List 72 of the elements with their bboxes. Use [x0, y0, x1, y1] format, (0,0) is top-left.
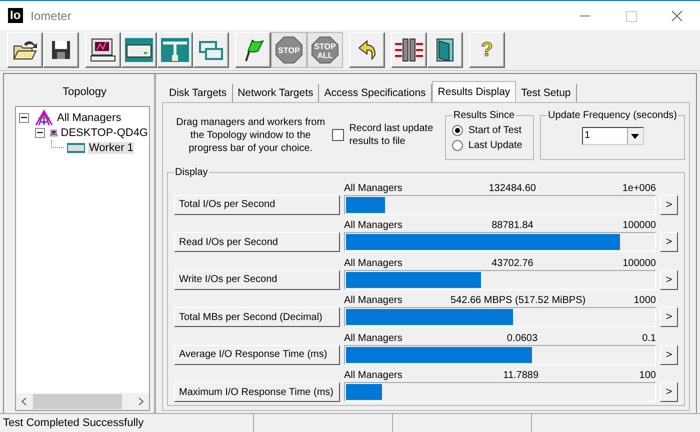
network-button[interactable]: [157, 32, 193, 68]
tree-item[interactable]: DESKTOP-QD4G: [60, 126, 149, 138]
frequency-dropdown[interactable]: 1: [582, 127, 644, 145]
checkbox-label: Record last update results to file: [349, 122, 434, 148]
disk-button[interactable]: [121, 32, 157, 68]
metric-value: 0.0603: [506, 332, 538, 345]
group-title: Display: [174, 167, 209, 178]
drive-icon: [124, 37, 154, 63]
drag-hint: Drag managers and workers from the Topology window to the progress bar of your choice.: [175, 116, 326, 154]
scale-max: 100: [639, 369, 656, 382]
radio-button[interactable]: [452, 140, 464, 151]
collapse-toggle[interactable]: [19, 112, 29, 122]
more-button[interactable]: >: [660, 194, 678, 215]
scale-max: 100000: [622, 219, 656, 232]
metric-value: 43702.76: [492, 256, 534, 270]
save-icon: [49, 38, 73, 62]
columns-icon: [394, 37, 424, 63]
metric-button[interactable]: Read I/Os per Second: [174, 232, 340, 252]
metric-button[interactable]: Maximum I/O Response Time (ms): [174, 382, 340, 402]
metric-button[interactable]: Total I/Os per Second: [174, 194, 340, 215]
copy-icon: [197, 38, 225, 62]
more-button[interactable]: >: [660, 382, 678, 402]
drive-icon: [66, 140, 86, 154]
metric-value: 11.7889: [503, 369, 539, 382]
metric-button[interactable]: Total MBs per Second (Decimal): [174, 307, 340, 328]
copy-button[interactable]: [193, 32, 229, 68]
checkbox[interactable]: [332, 129, 344, 141]
exit-button[interactable]: [427, 32, 463, 68]
managers-icon: [34, 110, 54, 126]
metric-value: 132484.60: [488, 182, 536, 195]
more-button[interactable]: >: [660, 307, 678, 328]
source-label: All Managers: [344, 332, 402, 345]
dropdown-icon: [631, 134, 640, 138]
reset-button[interactable]: [349, 32, 385, 68]
radio-label: Last Update: [468, 140, 522, 151]
more-button[interactable]: >: [660, 232, 678, 252]
more-button[interactable]: >: [660, 270, 678, 290]
split-button[interactable]: [391, 32, 427, 68]
more-button[interactable]: >: [660, 344, 678, 365]
radio-label: Start of Test: [468, 125, 522, 136]
scale-max: 1e+006: [622, 182, 656, 195]
save-button[interactable]: [43, 32, 79, 68]
source-label: All Managers: [344, 219, 402, 232]
network-icon: [160, 37, 190, 63]
source-label: All Managers: [344, 369, 402, 382]
tab[interactable]: Results Display: [432, 81, 516, 102]
display-button[interactable]: [85, 32, 121, 68]
horizontal-scrollbar[interactable]: [16, 393, 149, 410]
scale-max: 0.1: [642, 332, 656, 345]
collapse-toggle[interactable]: [35, 128, 45, 138]
tree-item[interactable]: All Managers: [56, 112, 122, 124]
source-label: All Managers: [344, 256, 402, 270]
radio-button[interactable]: [452, 125, 464, 136]
source-label: All Managers: [344, 294, 402, 308]
source-label: All Managers: [344, 182, 402, 195]
tree-item[interactable]: Worker 1: [88, 142, 134, 154]
topology-title: Topology: [61, 85, 108, 100]
scale-max: 100000: [622, 256, 656, 270]
app-logo: Io: [8, 8, 23, 23]
group-title: Results Since: [452, 110, 516, 121]
metric-button[interactable]: Average I/O Response Time (ms): [174, 344, 340, 365]
folder-icon: [12, 38, 38, 62]
status-text: Test Completed Successfully: [0, 414, 254, 432]
open-button[interactable]: [7, 32, 43, 68]
metric-value: 542.66 MBPS (517.52 MiBPS): [450, 294, 586, 308]
window-title: Iometer: [30, 8, 72, 22]
metric-button[interactable]: Write I/Os per Second: [174, 270, 340, 290]
start-button[interactable]: [235, 32, 271, 68]
metric-value: 88781.84: [492, 219, 534, 232]
computer-icon: [89, 37, 117, 63]
scale-max: 1000: [634, 294, 656, 308]
group-title: Update Frequency (seconds): [547, 110, 678, 121]
